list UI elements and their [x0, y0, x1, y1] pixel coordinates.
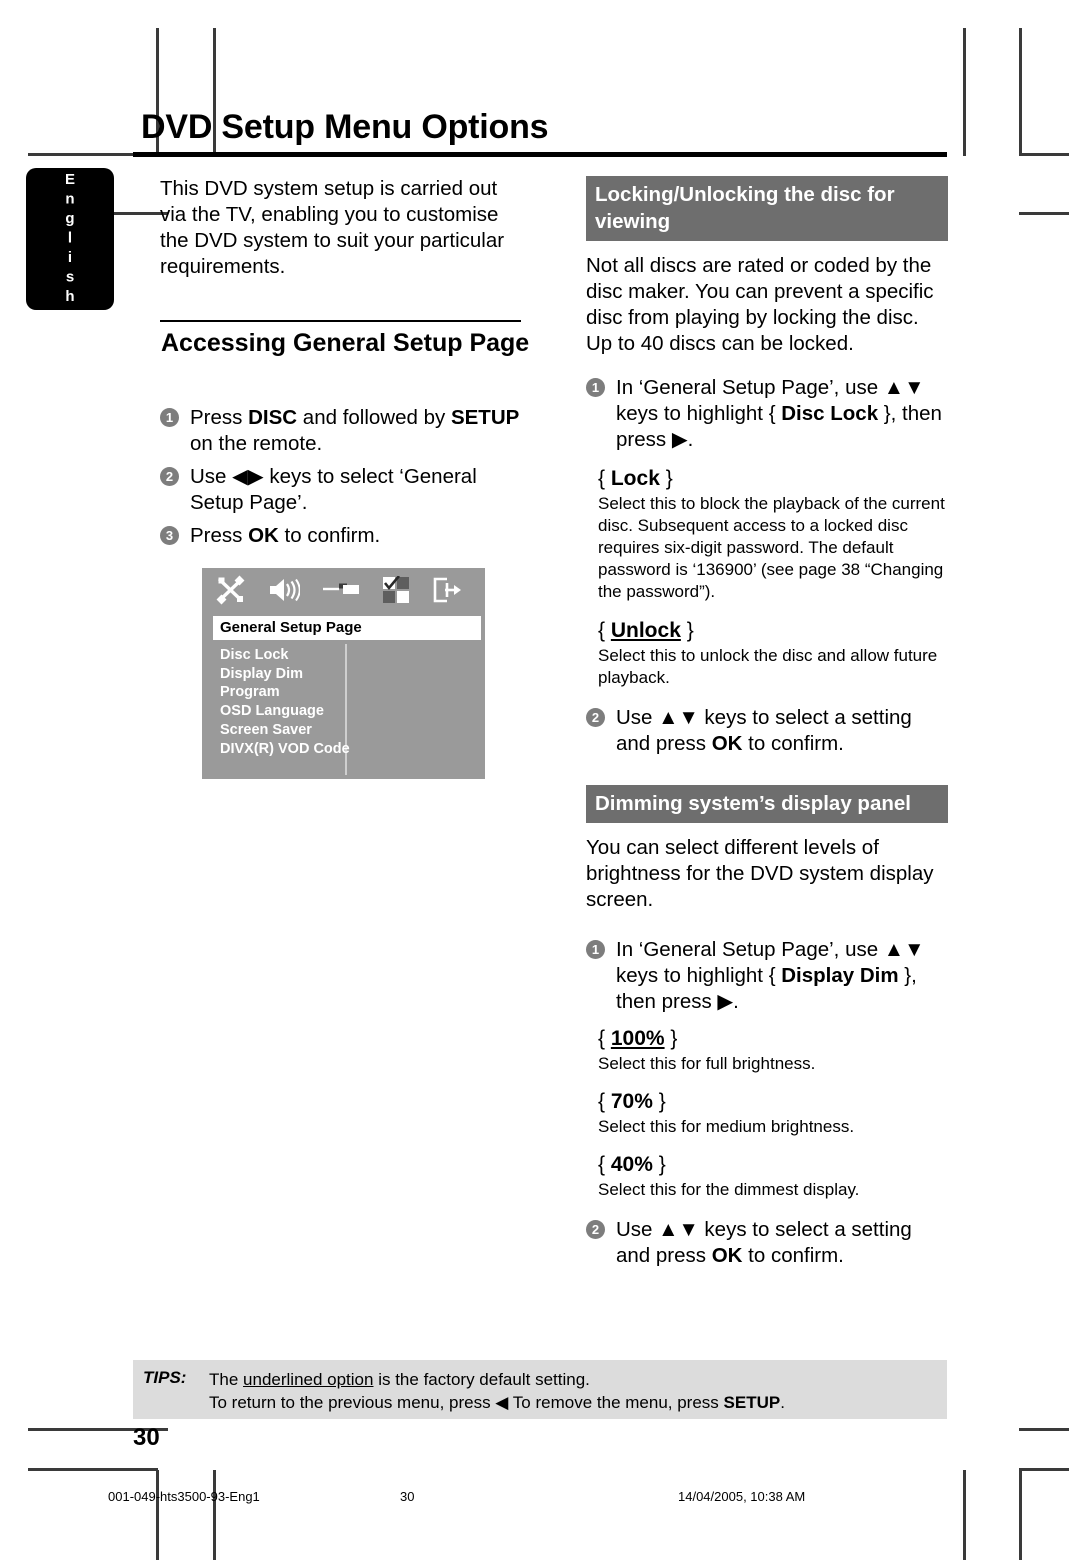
option-label: { 100% }: [598, 1027, 678, 1050]
step-number-badge: 1: [160, 408, 179, 427]
crop-mark-br-v: [1019, 1470, 1022, 1560]
section-heading-accessing-general-setup: Accessing General Setup Page: [161, 329, 530, 357]
tips-line-2: To return to the previous menu, press ◀ …: [209, 1393, 785, 1412]
crop-mark-br-h: [1019, 1468, 1069, 1471]
tips-band: TIPS: The underlined option is the facto…: [133, 1360, 947, 1419]
slider-icon: [322, 577, 360, 608]
step-number-badge: 2: [586, 708, 605, 727]
osd-menu-screenshot: General Setup Page Disc Lock Display Dim…: [202, 568, 485, 779]
step-number-badge: 1: [586, 378, 605, 397]
option-block-lock: { Lock } Select this to block the playba…: [586, 465, 948, 603]
intro-paragraph: This DVD system setup is carried out via…: [160, 177, 505, 278]
exit-icon: [432, 576, 464, 609]
print-footer-file: 001-049-hts3500-93-Eng1: [108, 1489, 260, 1504]
osd-menu-item[interactable]: Display Dim: [213, 665, 344, 684]
page-number: 30: [133, 1424, 160, 1451]
left-column-steps: 1 Press DISC and followed by SETUP on th…: [160, 405, 525, 556]
language-tab-label: English: [61, 170, 79, 308]
tips-line-1: The underlined option is the factory def…: [209, 1370, 590, 1389]
right-column: Locking/Unlocking the disc for viewing N…: [586, 176, 948, 1276]
step-number-badge: 1: [586, 940, 605, 959]
page-title: DVD Setup Menu Options: [141, 108, 549, 146]
tools-icon: [216, 575, 246, 610]
option-label: { Unlock }: [598, 619, 694, 642]
step-number-badge: 2: [160, 467, 179, 486]
osd-menu-item[interactable]: DIVX(R) VOD Code: [213, 740, 350, 759]
step-text: Use ▲▼ keys to select a setting and pres…: [616, 1218, 912, 1267]
step-item: 1 Press DISC and followed by SETUP on th…: [160, 405, 525, 457]
step-text: Press OK to confirm.: [190, 524, 381, 547]
step-text: Use ▲▼ keys to select a setting and pres…: [616, 706, 912, 755]
crop-mark-tr-h2: [1019, 212, 1069, 215]
dimming-intro-paragraph: You can select different levels of brigh…: [586, 836, 934, 911]
step-text: In ‘General Setup Page’, use ▲▼ keys to …: [616, 376, 942, 451]
option-block-40: { 40% } Select this for the dimmest disp…: [586, 1151, 948, 1201]
step-item: 1 In ‘General Setup Page’, use ▲▼ keys t…: [586, 375, 948, 453]
step-number-badge: 2: [586, 1220, 605, 1239]
osd-menu-item[interactable]: Screen Saver: [213, 721, 344, 740]
option-description: Select this for medium brightness.: [598, 1117, 855, 1136]
crop-mark-tr-v2: [963, 28, 966, 156]
section-band-locking: Locking/Unlocking the disc for viewing: [586, 176, 948, 241]
step-text: Use ◀▶ keys to select ‘General Setup Pag…: [190, 465, 477, 514]
option-description: Select this for full brightness.: [598, 1054, 816, 1073]
crop-mark-bl-h: [28, 1468, 158, 1471]
step-item: 1 In ‘General Setup Page’, use ▲▼ keys t…: [586, 937, 948, 1015]
step-text: In ‘General Setup Page’, use ▲▼ keys to …: [616, 938, 925, 1013]
osd-menu-item[interactable]: OSD Language: [213, 702, 344, 721]
tips-text: The underlined option is the factory def…: [209, 1368, 785, 1414]
step-text: Press DISC and followed by SETUP on the …: [190, 406, 520, 455]
section-heading-rule: [160, 320, 521, 322]
video-grid-icon: [382, 574, 410, 609]
title-rule: [133, 152, 947, 157]
print-footer-date: 14/04/2005, 10:38 AM: [678, 1489, 806, 1504]
step-item: 3 Press OK to confirm.: [160, 523, 525, 549]
option-label: { 40% }: [598, 1153, 666, 1176]
option-block-100: { 100% } Select this for full brightness…: [586, 1025, 948, 1075]
option-block-70: { 70% } Select this for medium brightnes…: [586, 1088, 948, 1138]
locking-intro-paragraph: Not all discs are rated or coded by the …: [586, 254, 934, 355]
option-block-unlock: { Unlock } Select this to unlock the dis…: [586, 617, 948, 689]
step-item: 2 Use ▲▼ keys to select a setting and pr…: [586, 705, 948, 757]
language-tab: English: [26, 168, 114, 310]
crop-mark-br-h2: [1019, 1428, 1069, 1431]
crop-mark-br-v2: [963, 1470, 966, 1560]
osd-icon-bar: [202, 568, 485, 616]
osd-title-bar: General Setup Page: [213, 616, 481, 640]
option-label: { Lock }: [598, 467, 673, 490]
option-description: Select this to unlock the disc and allow…: [598, 646, 938, 687]
osd-menu-item[interactable]: Program: [213, 683, 344, 702]
step-item: 2 Use ▲▼ keys to select a setting and pr…: [586, 1217, 948, 1269]
option-description: Select this for the dimmest display.: [598, 1180, 860, 1199]
crop-mark-tr-h: [1019, 153, 1069, 156]
left-column: This DVD system setup is carried out via…: [160, 176, 525, 280]
crop-mark-bl-v2: [213, 1470, 216, 1560]
speaker-icon: [268, 576, 301, 609]
section-band-dimming: Dimming system’s display panel: [586, 785, 948, 823]
tips-label: TIPS:: [143, 1368, 187, 1387]
option-description: Select this to block the playback of the…: [598, 494, 945, 601]
osd-menu-list: Disc Lock Display Dim Program OSD Langua…: [213, 646, 350, 759]
option-label: { 70% }: [598, 1090, 666, 1113]
step-item: 2 Use ◀▶ keys to select ‘General Setup P…: [160, 464, 525, 516]
print-footer: 001-049-hts3500-93-Eng1 30 14/04/2005, 1…: [0, 1489, 1080, 1509]
crop-mark-tr-v: [1019, 28, 1022, 156]
crop-mark-bl-v: [156, 1470, 159, 1560]
print-footer-page: 30: [400, 1489, 415, 1504]
step-number-badge: 3: [160, 526, 179, 545]
osd-menu-item[interactable]: Disc Lock: [213, 646, 344, 665]
